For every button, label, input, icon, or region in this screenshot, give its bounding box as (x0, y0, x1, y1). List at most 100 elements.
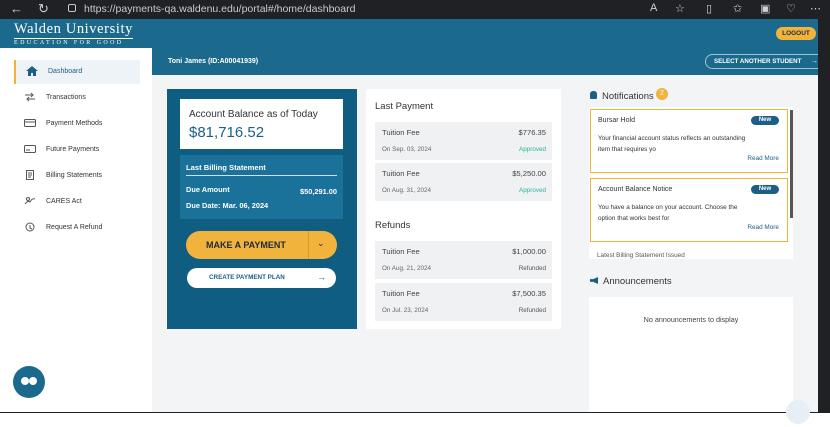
balance-amount: $81,716.52 (189, 124, 265, 141)
refund-row: Tuition Fee $1,000.00 On Aug. 21, 2024 R… (375, 241, 552, 279)
announcements-title: Announcements (603, 276, 672, 287)
split-screen-icon[interactable]: ▯ (706, 2, 712, 15)
sidebar: Dashboard Transactions Payment Methods F… (0, 48, 152, 412)
divider (186, 175, 337, 176)
payment-date: On Sep. 03, 2024 (382, 146, 432, 153)
make-payment-label: MAKE A PAYMENT (206, 240, 286, 250)
home-icon (26, 66, 38, 76)
payment-name: Tuition Fee (382, 128, 420, 137)
select-student-label: SELECT ANOTHER STUDENT (714, 58, 802, 65)
balance-title: Account Balance as of Today (189, 109, 318, 120)
logo-tagline: EDUCATION FOR GOOD (14, 38, 133, 46)
payment-date: On Aug. 31, 2024 (382, 187, 432, 194)
owl-eye (21, 377, 29, 385)
sidebar-item-label: Transactions (46, 94, 86, 101)
notification-card[interactable]: Account Balance Notice New You have a ba… (590, 178, 788, 242)
sidebar-item-dashboard[interactable]: Dashboard (14, 60, 140, 84)
read-more-link[interactable]: Read More (747, 224, 779, 231)
notification-count-badge: 2 (656, 88, 668, 100)
refund-status: Refunded (518, 265, 546, 272)
back-icon[interactable]: ← (10, 1, 23, 17)
sidebar-item-future-payments[interactable]: Future Payments (14, 138, 140, 162)
chat-assistant-owl-icon[interactable] (13, 366, 45, 398)
read-aloud-icon[interactable]: A (650, 2, 657, 14)
payment-amount: $776.35 (518, 128, 546, 137)
sidebar-item-label: Future Payments (46, 146, 100, 153)
notifications-scrollbar[interactable] (790, 110, 793, 218)
sidebar-item-payment-methods[interactable]: Payment Methods (14, 112, 140, 136)
refunds-title: Refunds (375, 220, 411, 231)
new-badge: New (751, 185, 779, 194)
logo-title: Walden University (14, 21, 133, 37)
logout-button[interactable]: LOGOUT (776, 27, 816, 40)
payment-status: Approved (519, 187, 546, 194)
make-payment-button[interactable]: MAKE A PAYMENT ⌄ (186, 231, 337, 259)
address-bar[interactable]: https://payments-qa.waldenu.edu/portal#/… (68, 1, 508, 17)
notification-title: Account Balance Notice (598, 186, 673, 193)
refund-status: Refunded (518, 307, 546, 314)
sidebar-item-request-refund[interactable]: Request A Refund (14, 216, 140, 240)
sidebar-item-label: Payment Methods (46, 120, 103, 127)
payment-status: Approved (519, 146, 546, 153)
statement-icon (26, 170, 34, 180)
payment-row: Tuition Fee $5,250.00 On Aug. 31, 2024 A… (375, 163, 552, 201)
create-payment-plan-button[interactable]: CREATE PAYMENT PLAN → (187, 268, 336, 288)
payment-name: Tuition Fee (382, 169, 420, 178)
sidebar-item-label: Request A Refund (46, 224, 103, 231)
more-menu-icon[interactable]: ⋯ (810, 2, 821, 15)
collections-icon[interactable]: ▣ (760, 2, 770, 15)
card-icon (24, 119, 36, 127)
address-url: https://payments-qa.waldenu.edu/portal#/… (84, 3, 356, 15)
arrow-right-icon: → (317, 272, 326, 282)
favorites-icon[interactable]: ✩ (733, 2, 742, 15)
last-billing-statement: Last Billing Statement Due Amount $50,29… (180, 155, 343, 219)
floating-action-icon[interactable] (786, 400, 810, 424)
payment-amount: $5,250.00 (512, 169, 546, 178)
walden-logo[interactable]: Walden University EDUCATION FOR GOOD (14, 22, 133, 46)
sidebar-item-cares-act[interactable]: CARES Act (14, 190, 140, 214)
sidebar-item-billing-statements[interactable]: Billing Statements (14, 164, 140, 188)
chevron-down-icon[interactable]: ⌄ (317, 238, 325, 249)
window-border (818, 19, 830, 414)
due-date: Due Date: Mar. 06, 2024 (186, 201, 269, 210)
payment-row: Tuition Fee $776.35 On Sep. 03, 2024 App… (375, 122, 552, 160)
sidebar-item-transactions[interactable]: Transactions (14, 86, 140, 110)
notifications-header: Notifications (590, 91, 654, 102)
owl-eye (29, 377, 37, 385)
sidebar-item-label: Dashboard (48, 68, 83, 75)
student-name: Toni James (ID:A00041939) (168, 58, 259, 65)
cares-icon (24, 197, 36, 205)
favorite-star-icon[interactable]: ☆ (675, 2, 685, 15)
bell-icon (590, 91, 597, 99)
account-balance-card: Account Balance as of Today $81,716.52 (180, 99, 343, 149)
desktop-strip (0, 413, 830, 427)
new-badge: New (751, 116, 779, 125)
lock-icon (68, 4, 76, 12)
due-amount-label: Due Amount (186, 185, 230, 194)
payment-plan-label: CREATE PAYMENT PLAN (209, 274, 285, 281)
select-another-student-button[interactable]: SELECT ANOTHER STUDENT → (705, 54, 827, 69)
refund-row: Tuition Fee $7,500.35 On Jul. 23, 2024 R… (375, 283, 552, 321)
refund-name: Tuition Fee (382, 247, 420, 256)
refund-date: On Aug. 21, 2024 (382, 265, 432, 272)
due-amount-value: $50,291.00 (300, 187, 337, 196)
student-bar: Toni James (ID:A00041939) SELECT ANOTHER… (152, 48, 827, 75)
transactions-icon (25, 92, 35, 102)
notification-body: Your financial account status reflects a… (598, 135, 746, 153)
reload-icon[interactable]: ↻ (38, 1, 49, 17)
sidebar-item-label: CARES Act (46, 198, 82, 205)
extension-icon[interactable]: ♡ (786, 2, 796, 15)
refund-amount: $7,500.35 (512, 289, 546, 298)
notifications-title: Notifications (602, 91, 654, 102)
announcements-filler (589, 343, 793, 412)
refund-name: Tuition Fee (382, 289, 420, 298)
divider (308, 231, 309, 259)
announcements-box: No announcements to display (589, 297, 793, 343)
announcements-empty-text: No announcements to display (643, 315, 739, 324)
refund-icon (25, 222, 35, 232)
read-more-link[interactable]: Read More (747, 155, 779, 162)
megaphone-icon (590, 277, 598, 284)
sidebar-item-label: Billing Statements (46, 172, 103, 179)
announcements-header: Announcements (590, 276, 672, 287)
notification-card[interactable]: Bursar Hold New Your financial account s… (590, 109, 788, 173)
